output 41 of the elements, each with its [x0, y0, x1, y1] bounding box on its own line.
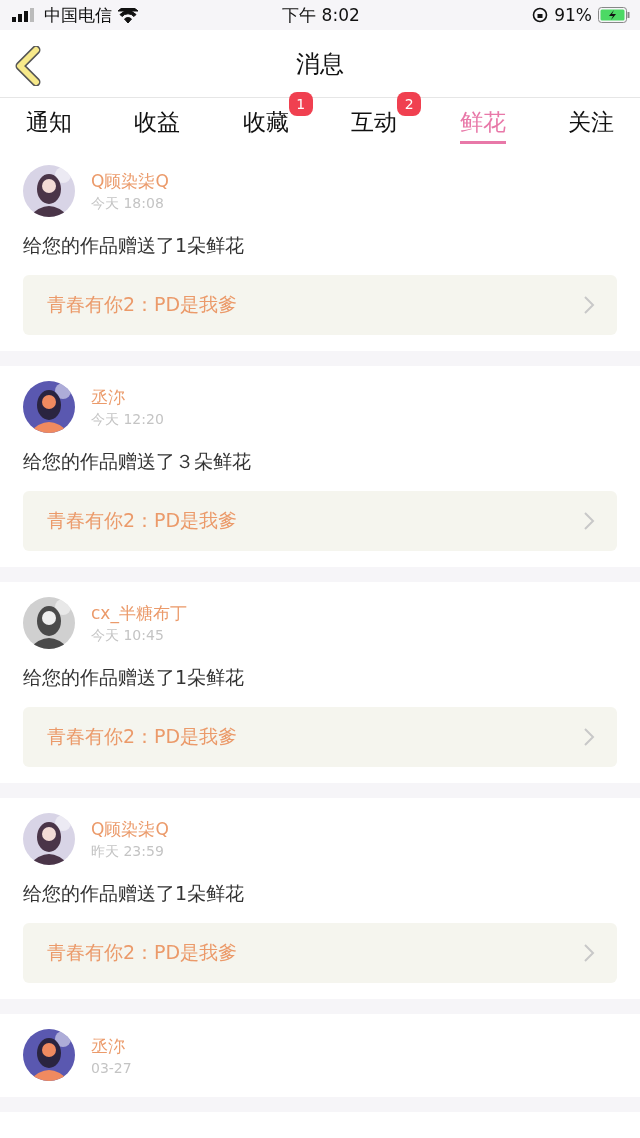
tab[interactable]: 通知	[26, 98, 72, 144]
tab[interactable]: 互动	[351, 98, 398, 144]
work-link[interactable]: 青春有你2：PD是我爹	[23, 707, 617, 767]
work-link[interactable]: 青春有你2：PD是我爹	[23, 491, 617, 551]
chevron-right-icon	[583, 511, 595, 531]
user-name[interactable]: Q顾染柒Q	[91, 169, 169, 193]
tab[interactable]: 收益	[134, 98, 181, 144]
user-name[interactable]: Q顾染柒Q	[91, 817, 169, 841]
chevron-right-icon	[583, 727, 595, 747]
chevron-right-icon	[583, 943, 595, 963]
user-name[interactable]: 丞沵	[91, 385, 164, 409]
clock: 下午 8:02	[282, 3, 360, 27]
message-text: 给您的作品赠送了1朵鲜花	[23, 233, 246, 258]
user-name[interactable]: 丞沵	[91, 1034, 132, 1058]
message-time: 今天 10:45	[91, 626, 165, 645]
user-name[interactable]: cx_半糖布丁	[91, 601, 187, 625]
message-text: 给您的作品赠送了1朵鲜花	[23, 665, 246, 690]
battery-percent: 91%	[554, 5, 592, 25]
work-title: 青春有你2：PD是我爹	[47, 940, 238, 965]
message-time: 昨天 23:59	[91, 842, 165, 861]
tab[interactable]: 鲜花	[459, 98, 506, 144]
page-title: 消息	[296, 48, 344, 80]
wifi-icon	[118, 7, 138, 23]
work-title: 青春有你2：PD是我爹	[47, 724, 238, 749]
chevron-right-icon	[583, 295, 595, 315]
rotation-lock-icon	[532, 7, 549, 23]
carrier-name: 中国电信	[44, 3, 112, 27]
tab[interactable]: 收藏	[242, 98, 289, 144]
count-badge: 2	[397, 92, 422, 116]
work-link[interactable]: 青春有你2：PD是我爹	[23, 275, 617, 335]
work-title: 青春有你2：PD是我爹	[47, 508, 238, 533]
work-title: 青春有你2：PD是我爹	[47, 292, 238, 317]
work-link[interactable]: 青春有你2：PD是我爹	[23, 923, 617, 983]
battery-icon	[598, 7, 630, 23]
message-time: 03-27	[91, 1059, 132, 1076]
message-time: 今天 18:08	[91, 194, 165, 213]
tab[interactable]: 关注	[567, 98, 614, 144]
count-badge: 1	[288, 92, 313, 116]
message-text: 给您的作品赠送了３朵鲜花	[23, 449, 252, 474]
message-text: 给您的作品赠送了1朵鲜花	[23, 881, 246, 906]
message-time: 今天 12:20	[91, 410, 164, 429]
